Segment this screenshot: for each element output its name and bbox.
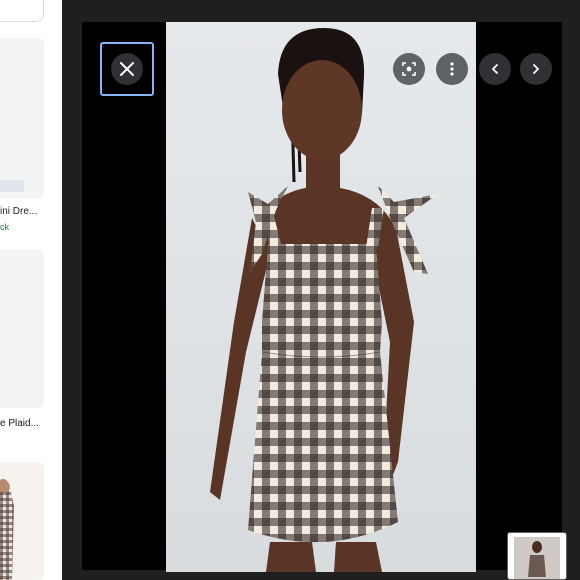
result-badge [0,180,24,192]
more-vert-icon [450,62,454,76]
result-thumbnail[interactable] [0,38,44,198]
preview-image[interactable] [166,22,476,572]
result-thumbnail[interactable] [0,462,44,580]
more-options-button[interactable] [436,53,468,85]
next-image-button[interactable] [520,53,552,85]
close-button[interactable] [100,42,154,96]
result-title[interactable]: ini Dre... [0,206,37,217]
search-results-strip: ini Dre... ck e Plaid... [0,0,62,580]
close-icon [111,53,143,85]
lens-button[interactable] [393,53,425,85]
thumbnail-image [514,537,560,579]
thumbnail-dress-illustration [514,537,560,579]
chevron-left-icon [491,64,498,74]
chevron-right-icon [533,64,540,74]
search-box[interactable] [0,0,44,22]
result-dress-image [0,478,14,580]
result-title[interactable]: e Plaid... [0,418,39,429]
previous-image-button[interactable] [479,53,511,85]
model-dress-illustration [210,28,438,572]
result-status: ck [0,222,9,232]
image-viewer [62,0,580,580]
image-stage [82,22,562,572]
result-thumbnail[interactable] [0,250,44,408]
image-thumbnail[interactable] [507,532,567,580]
lens-icon [402,62,416,76]
